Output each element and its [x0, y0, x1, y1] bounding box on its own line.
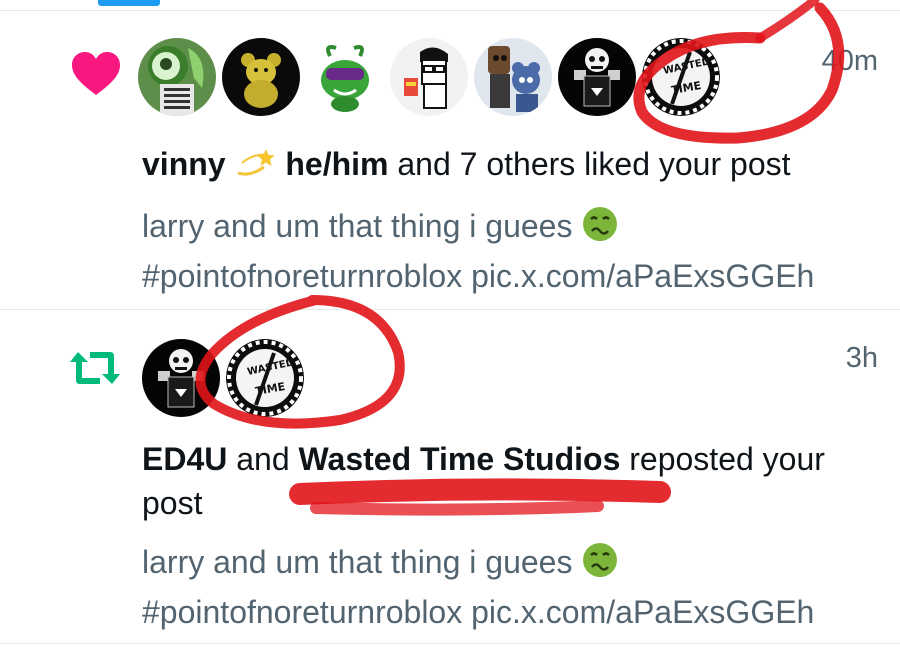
notifications-page: WASTED TIME 40m vinny he/him and 7 other…: [0, 0, 900, 653]
actor-one-name[interactable]: ED4U: [142, 441, 227, 477]
preview-text: larry and um that thing i guees: [142, 208, 573, 244]
green-character-avatar[interactable]: [138, 38, 216, 116]
preview-text: larry and um that thing i guees: [142, 544, 573, 580]
wasted-time-logo-avatar[interactable]: WASTED TIME: [642, 38, 720, 116]
nauseated-face-icon: [581, 205, 619, 254]
preview-link[interactable]: #pointofnoreturnroblox pic.x.com/aPaExsG…: [142, 258, 814, 294]
yellow-bear-avatar[interactable]: [222, 38, 300, 116]
active-tab-indicator: [98, 0, 160, 6]
like-notification[interactable]: WASTED TIME 40m vinny he/him and 7 other…: [0, 11, 900, 309]
dizzy-star-icon: [234, 147, 276, 192]
skull-character-avatar[interactable]: [558, 38, 636, 116]
like-action-text: and 7 others liked your post: [388, 146, 791, 182]
skull-character-avatar[interactable]: [142, 339, 220, 417]
reposter-avatars: WASTED TIME: [142, 339, 304, 417]
animatronic-duo-avatar[interactable]: [474, 38, 552, 116]
wasted-time-logo-avatar[interactable]: WASTED TIME: [226, 339, 304, 417]
actor-two-name[interactable]: Wasted Time Studios: [299, 441, 621, 477]
repost-notification[interactable]: WASTED TIME 3h ED4U and Wasted Time Stud…: [0, 310, 900, 643]
like-time: 40m: [821, 45, 878, 77]
actor-pronouns: he/him: [285, 146, 389, 182]
bottom-divider: [0, 643, 900, 644]
joiner-text: and: [227, 441, 299, 477]
nauseated-face-icon: [581, 541, 619, 590]
repost-post-preview[interactable]: larry and um that thing i guees #pointof…: [142, 540, 887, 634]
heart-icon: [70, 51, 122, 102]
cartoon-boy-avatar[interactable]: [390, 38, 468, 116]
purple-goggle-creature-avatar[interactable]: [306, 38, 384, 116]
liker-avatars: WASTED TIME: [138, 38, 720, 116]
repost-headline: ED4U and Wasted Time Studios reposted yo…: [142, 437, 882, 525]
like-headline: vinny he/him and 7 others liked your pos…: [142, 142, 882, 192]
like-post-preview[interactable]: larry and um that thing i guees #pointof…: [142, 204, 887, 298]
preview-link[interactable]: #pointofnoreturnroblox pic.x.com/aPaExsG…: [142, 594, 814, 630]
repost-time: 3h: [845, 342, 878, 374]
repost-icon: [66, 346, 124, 395]
actor-name[interactable]: vinny: [142, 146, 226, 182]
